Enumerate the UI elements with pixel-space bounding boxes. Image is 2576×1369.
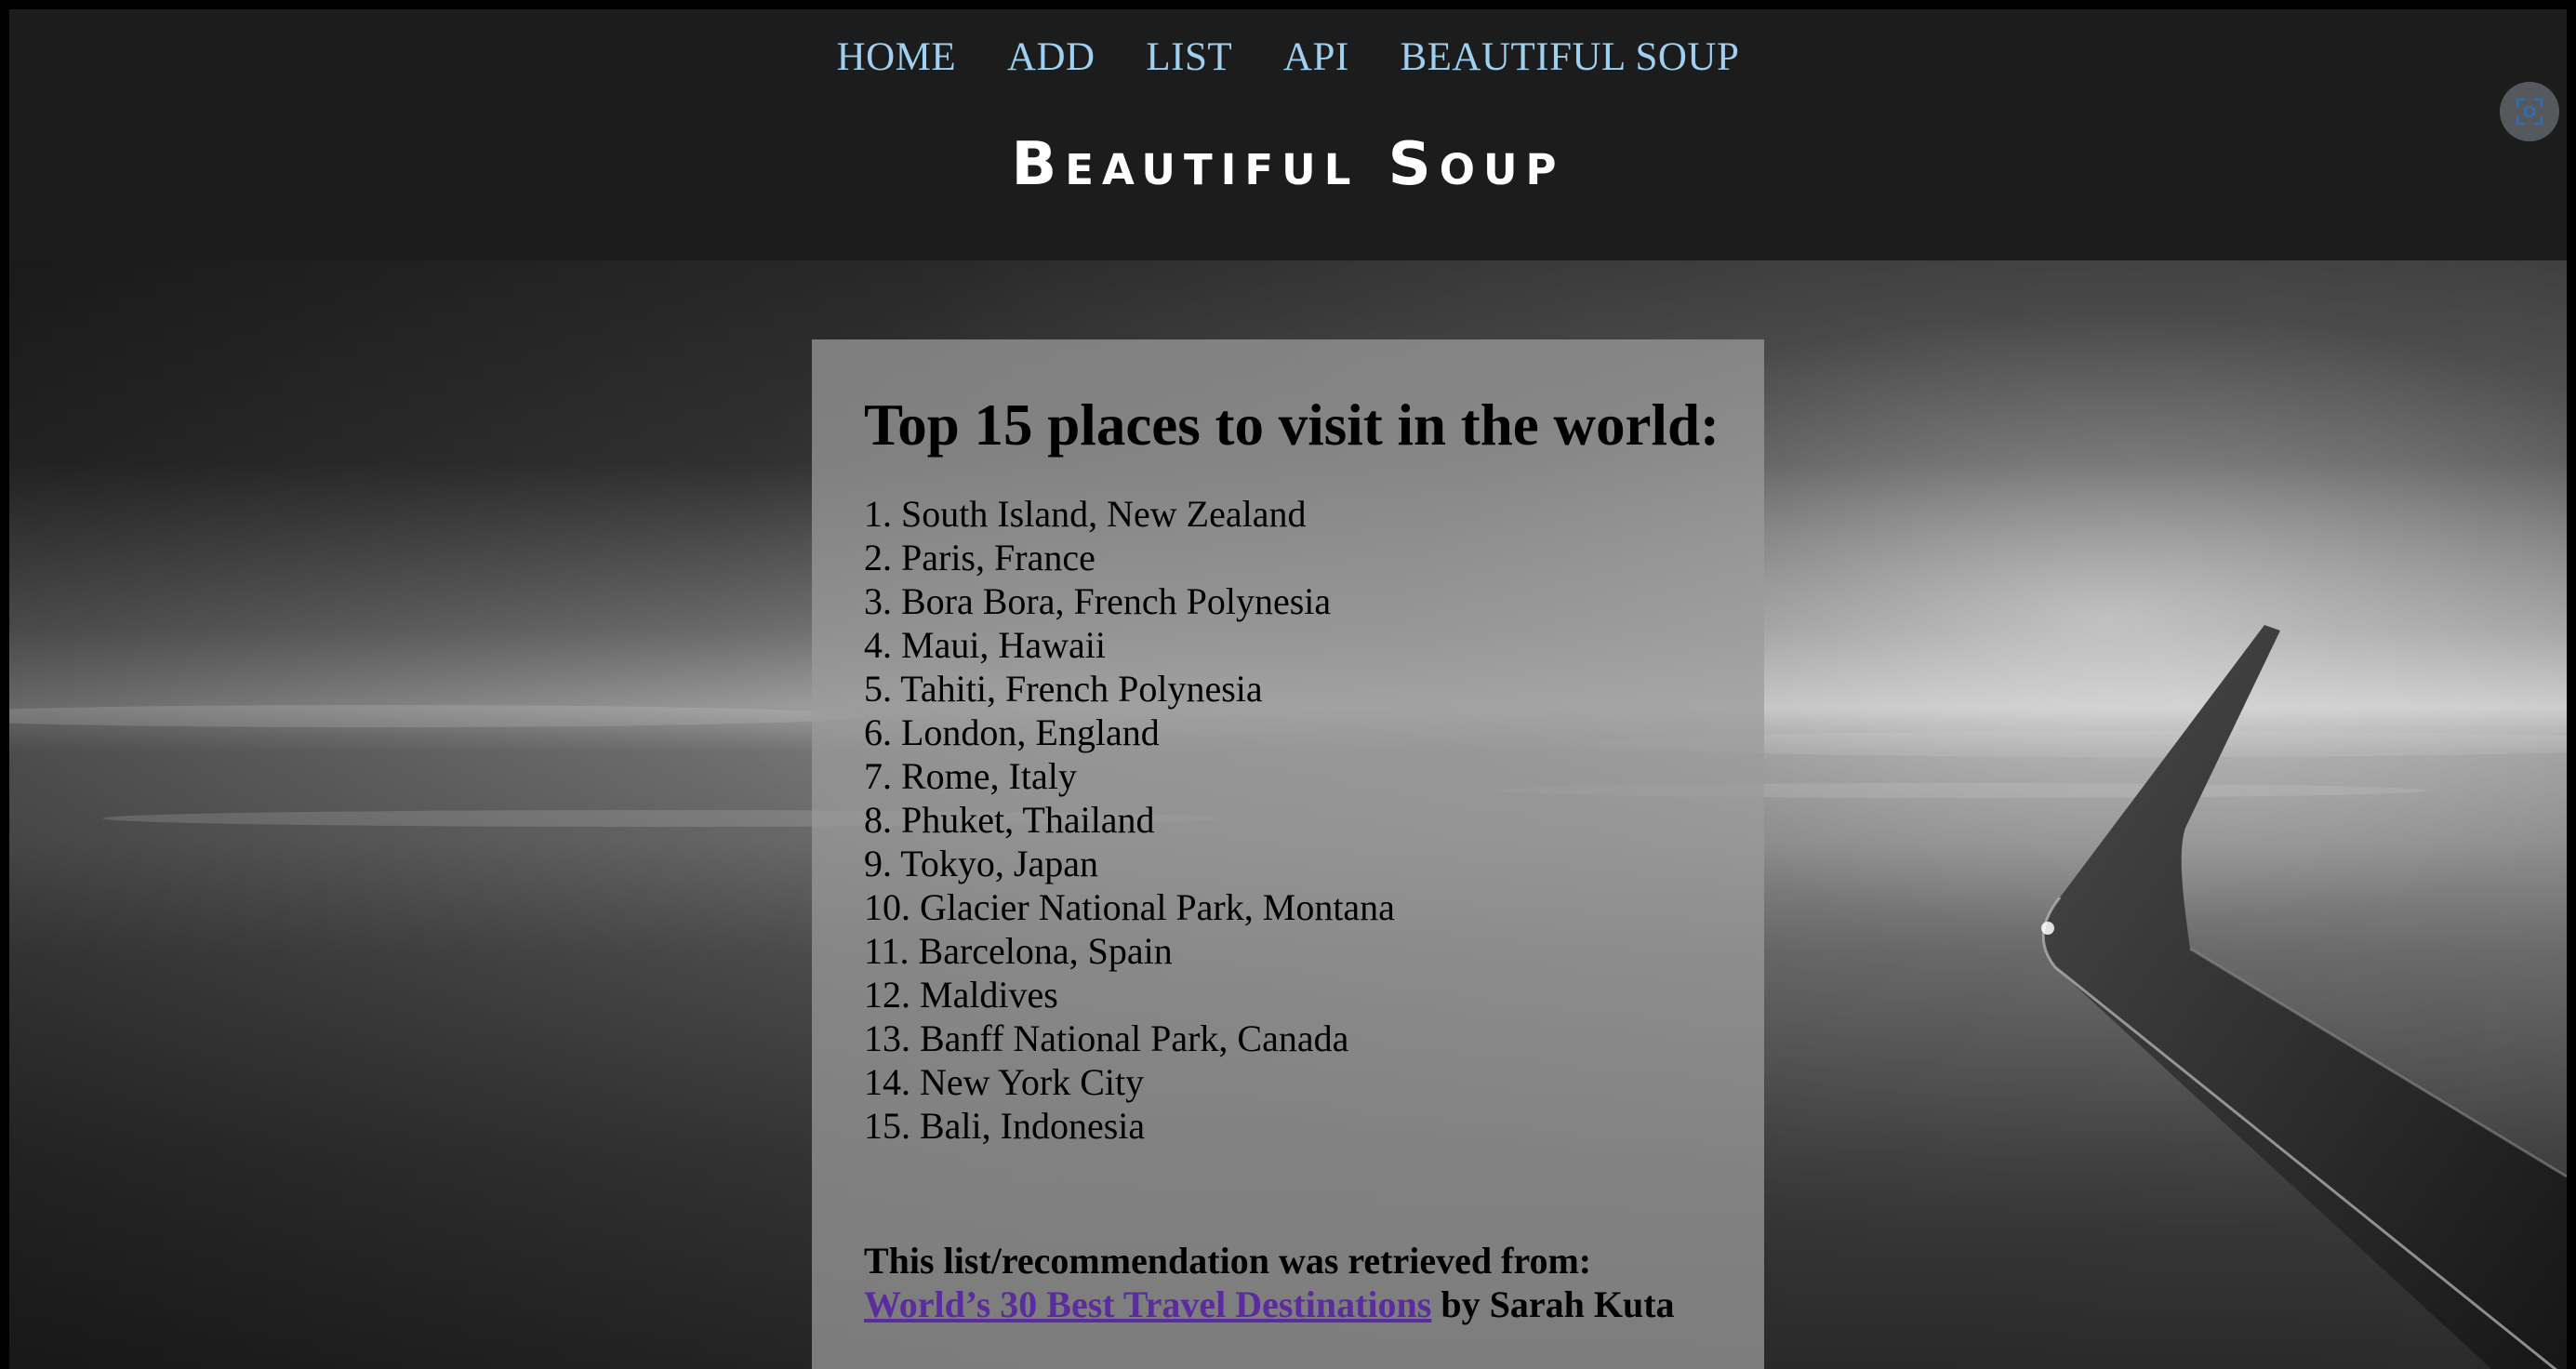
list-item: 1. South Island, New Zealand	[864, 493, 1307, 535]
source-article-link[interactable]: World’s 30 Best Travel Destinations	[864, 1283, 1431, 1325]
screenshot-button[interactable]	[2500, 82, 2559, 141]
list-item: 4. Maui, Hawaii	[864, 624, 1106, 666]
list-item: 2. Paris, France	[864, 537, 1095, 578]
list-item: 8. Phuket, Thailand	[864, 799, 1155, 841]
places-heading: Top 15 places to visit in the world:	[864, 392, 1720, 458]
nav-list-link[interactable]: LIST	[1146, 35, 1232, 79]
list-item: 13. Banff National Park, Canada	[864, 1017, 1349, 1059]
list-item: 7. Rome, Italy	[864, 755, 1077, 797]
source-author: by Sarah Kuta	[1441, 1283, 1675, 1325]
top-nav: HOME ADD LIST API BEAUTIFUL SOUP	[9, 30, 2567, 86]
source-intro: This list/recommendation was retrieved f…	[864, 1240, 1592, 1282]
list-item: 11. Barcelona, Spain	[864, 930, 1173, 972]
list-item: 15. Bali, Indonesia	[864, 1105, 1146, 1147]
list-item: 9. Tokyo, Japan	[864, 843, 1098, 884]
site-header: HOME ADD LIST API BEAUTIFUL SOUP Beautif…	[9, 9, 2567, 260]
nav-api-link[interactable]: API	[1283, 35, 1349, 79]
page-title: Beautiful Soup	[1011, 130, 1565, 199]
nav-beautiful-soup-link[interactable]: BEAUTIFUL SOUP	[1400, 35, 1739, 79]
list-item: 10. Glacier National Park, Montana	[864, 886, 1395, 928]
source-credit: This list/recommendation was retrieved f…	[864, 1239, 1764, 1326]
browser-viewport: HOME ADD LIST API BEAUTIFUL SOUP Beautif…	[9, 9, 2567, 1369]
screenshot-icon	[2516, 98, 2543, 126]
list-item: 6. London, England	[864, 711, 1160, 753]
list-item: 3. Bora Bora, French Polynesia	[864, 580, 1332, 622]
list-item: 14. New York City	[864, 1061, 1145, 1103]
nav-home-link[interactable]: HOME	[837, 35, 957, 79]
list-item: 12. Maldives	[864, 974, 1058, 1016]
source-line: World’s 30 Best Travel Destinations by S…	[864, 1283, 1764, 1326]
nav-add-link[interactable]: ADD	[1007, 35, 1095, 79]
list-item: 5. Tahiti, French Polynesia	[864, 668, 1263, 710]
places-card: Top 15 places to visit in the world: 1. …	[812, 339, 1764, 1369]
places-list: 1. South Island, New Zealand 2. Paris, F…	[864, 492, 1764, 1148]
